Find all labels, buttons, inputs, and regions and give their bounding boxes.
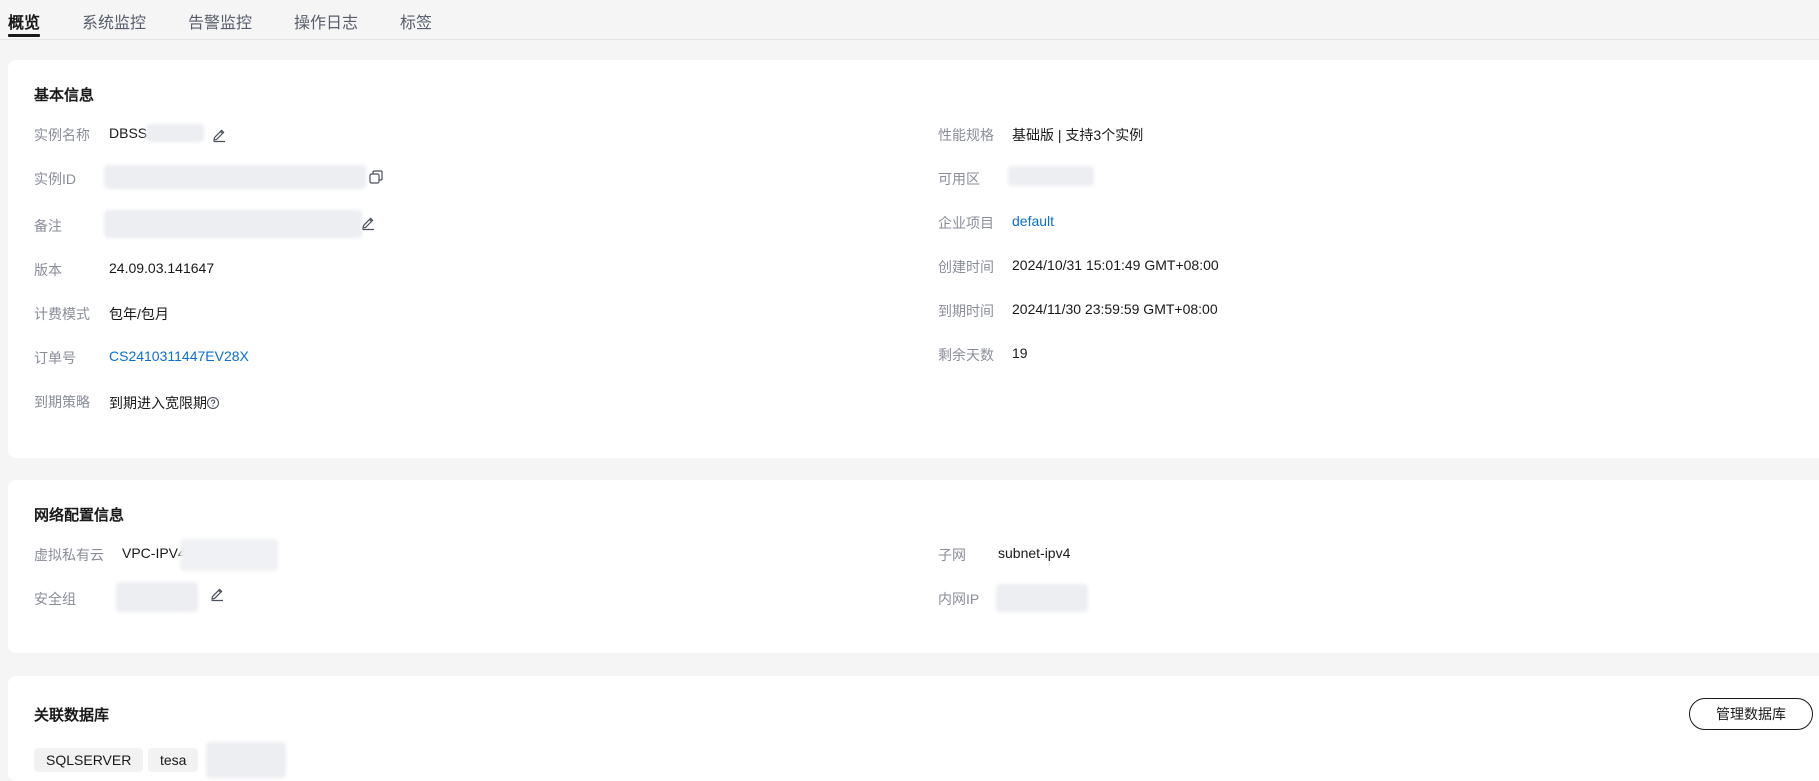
field-label: 计费模式: [34, 306, 90, 322]
tab-operation-logs[interactable]: 操作日志: [294, 9, 358, 33]
expire-policy-value: 到期进入宽限期: [109, 395, 207, 411]
redacted-value: [116, 582, 198, 612]
expires-at-value: 2024/11/30 23:59:59 GMT+08:00: [1012, 301, 1218, 317]
active-tab-indicator: [8, 34, 40, 37]
billing-mode-value: 包年/包月: [109, 306, 169, 322]
database-name-tag: tesa: [148, 748, 199, 772]
order-number-link[interactable]: CS2410311447EV28X: [109, 348, 249, 364]
field-label: 剩余天数: [938, 347, 994, 363]
created-at-value: 2024/10/31 15:01:49 GMT+08:00: [1012, 257, 1219, 273]
field-label: 到期时间: [938, 303, 994, 319]
field-label: 子网: [938, 547, 966, 563]
redacted-value: [104, 165, 366, 189]
section-title: 关联数据库: [34, 707, 110, 724]
copy-icon[interactable]: [368, 169, 384, 185]
field-label: 虚拟私有云: [34, 547, 104, 563]
edit-icon[interactable]: [211, 127, 227, 143]
section-title: 基本信息: [34, 87, 95, 104]
redacted-value: [180, 539, 278, 571]
redacted-value: [206, 742, 286, 778]
redacted-value: [146, 124, 204, 142]
tab-overview[interactable]: 概览: [8, 9, 40, 33]
field-label: 安全组: [34, 591, 76, 607]
network-info-card: 网络配置信息 虚拟私有云 VPC-IPV4 安全组 子网 subnet-ipv4…: [8, 480, 1819, 653]
days-left-value: 19: [1012, 345, 1028, 361]
field-label: 企业项目: [938, 215, 994, 231]
subnet-value: subnet-ipv4: [998, 545, 1071, 561]
field-label: 创建时间: [938, 259, 994, 275]
field-label: 可用区: [938, 171, 980, 187]
edit-icon[interactable]: [360, 215, 376, 231]
spec-value: 基础版 | 支持3个实例: [1012, 127, 1144, 143]
help-icon[interactable]: [206, 396, 220, 410]
related-db-card: 关联数据库 管理数据库 SQLSERVER tesa: [8, 676, 1819, 781]
field-label: 实例名称: [34, 127, 90, 143]
field-label: 性能规格: [938, 127, 994, 143]
version-value: 24.09.03.141647: [109, 260, 215, 276]
redacted-value: [1008, 166, 1094, 186]
manage-database-button[interactable]: 管理数据库: [1689, 698, 1813, 730]
tab-alarm-monitoring[interactable]: 告警监控: [188, 9, 252, 33]
redacted-value: [996, 584, 1088, 612]
database-type-tag: SQLSERVER: [34, 748, 144, 772]
enterprise-project-link[interactable]: default: [1012, 213, 1054, 229]
tab-tags[interactable]: 标签: [400, 9, 432, 33]
tab-bar: 概览 系统监控 告警监控 操作日志 标签: [0, 0, 1819, 40]
field-label: 备注: [34, 218, 62, 234]
section-title: 网络配置信息: [34, 507, 125, 524]
field-label: 订单号: [34, 350, 76, 366]
edit-icon[interactable]: [209, 586, 225, 602]
vpc-value: VPC-IPV4: [122, 545, 186, 561]
redacted-value: [104, 210, 362, 238]
field-label: 到期策略: [34, 394, 90, 410]
field-label: 内网IP: [938, 591, 980, 607]
field-label: 实例ID: [34, 171, 76, 187]
tab-system-monitoring[interactable]: 系统监控: [82, 9, 146, 33]
field-label: 版本: [34, 262, 62, 278]
basic-info-card: 基本信息 实例名称 DBSS 实例ID 备注 版本 24.09.03.14164…: [8, 60, 1819, 458]
instance-name-value: DBSS: [109, 125, 148, 141]
